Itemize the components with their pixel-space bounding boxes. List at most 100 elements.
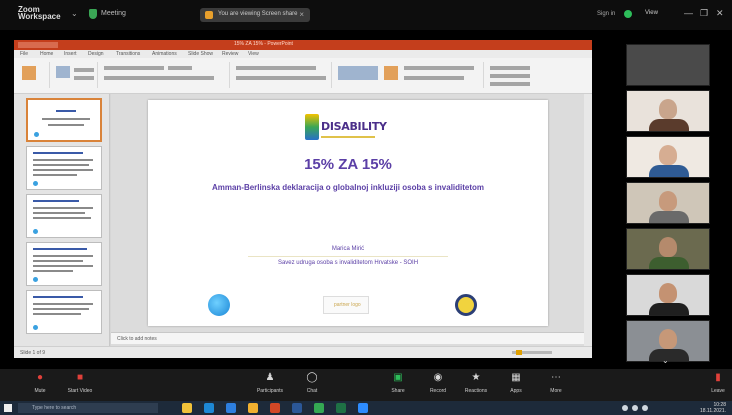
ribbon-group-font[interactable] [100, 62, 230, 88]
participant-video-tile[interactable] [626, 274, 710, 316]
notes-pane[interactable]: Click to add notes [111, 332, 584, 344]
battery-icon[interactable] [642, 405, 648, 411]
screen-share-icon [205, 11, 213, 19]
taskbar-search[interactable]: Type here to search [18, 403, 158, 413]
encryption-status-icon[interactable] [624, 10, 632, 18]
explorer-icon[interactable] [182, 403, 192, 413]
ribbon-tab[interactable]: Design [88, 51, 104, 57]
participant-video-tile[interactable] [626, 182, 710, 224]
ribbon-tab[interactable]: Slide Show [188, 51, 213, 57]
toolbar-more-button[interactable]: ⋯ More [536, 372, 576, 394]
shield-icon[interactable] [89, 9, 97, 19]
toolbar-share-button[interactable]: ▣ Share [378, 372, 418, 394]
chevron-down-icon[interactable]: ⌄ [71, 9, 78, 18]
toolbar-mute-button[interactable]: ● Mute [20, 372, 60, 394]
ribbon-tab[interactable]: File [20, 51, 28, 57]
view-button[interactable]: View [645, 10, 658, 16]
vertical-scrollbar[interactable] [584, 94, 592, 352]
globe-logo-icon [208, 294, 230, 316]
ribbon-tab[interactable]: Animations [152, 51, 177, 57]
zoom-app-title: Zoom Workspace [18, 6, 61, 21]
ribbon-tab[interactable]: Transitions [116, 51, 140, 57]
screen-share-banner-text: You are viewing Screen share [218, 11, 298, 17]
slide-thumbnail[interactable] [26, 146, 102, 190]
zoom-top-bar: Zoom Workspace ⌄ Meeting You are viewing… [0, 0, 732, 30]
slide-organization: Savez udruga osoba s invaliditetom Hrvat… [277, 260, 419, 266]
slide-thumbnail[interactable] [26, 98, 102, 142]
chrome-icon[interactable] [314, 403, 324, 413]
toolbar-reactions-button[interactable]: ★ Reactions [456, 372, 496, 394]
zoom-slider[interactable] [512, 350, 552, 355]
seal-logo-icon [455, 294, 477, 316]
powerpoint-icon[interactable] [270, 403, 280, 413]
toolbar-button-label: Record [429, 388, 447, 394]
slide-thumbnail[interactable] [26, 242, 102, 286]
maximize-button[interactable]: ❐ [700, 8, 708, 19]
toolbar-button-label: Share [391, 388, 405, 394]
toolbar-apps-button[interactable]: ▦ Apps [496, 372, 536, 394]
ribbon-group-editing[interactable] [486, 62, 546, 88]
edge-icon[interactable] [204, 403, 214, 413]
participant-body [649, 211, 689, 223]
ribbon-group-paragraph[interactable] [232, 62, 332, 88]
slide-thumbnail[interactable] [26, 290, 102, 334]
ribbon-tab[interactable]: Insert [64, 51, 77, 57]
participant-body [649, 349, 689, 361]
powerpoint-titlebar: 15% ZA 15% - PowerPoint [14, 40, 592, 50]
toolbar-record-button[interactable]: ◉ Record [418, 372, 458, 394]
windows-start-icon[interactable] [4, 404, 12, 412]
toolbar-button-label: Apps [510, 388, 522, 394]
gallery-scroll-down-icon[interactable]: ⌄ [662, 356, 669, 365]
toolbar-chat-button[interactable]: ◯ Chat [292, 372, 332, 394]
slide-thumbnail[interactable] [26, 194, 102, 238]
word-icon[interactable] [292, 403, 302, 413]
partner-logo: partner logo [323, 296, 369, 314]
mail-icon[interactable] [226, 403, 236, 413]
toolbar-button-label: Leave [711, 388, 725, 394]
minimize-button[interactable]: — [684, 8, 693, 18]
ribbon-tab[interactable]: View [248, 51, 259, 57]
sign-in-link[interactable]: Sign in [597, 11, 615, 17]
ribbon-group-clipboard[interactable] [16, 62, 50, 88]
toolbar-leave-button[interactable]: ▮ Leave [698, 372, 732, 394]
disability-logo-badge [305, 114, 319, 140]
meeting-toolbar: ● Mute ■ Start Video ♟ Participants ◯ Chat ▣ Shar… [0, 369, 732, 401]
participant-body [649, 119, 689, 131]
participant-video-tile[interactable] [626, 44, 710, 86]
participant-gallery: ⌄ [626, 44, 710, 365]
volume-icon[interactable] [632, 405, 638, 411]
screen-share-banner[interactable]: You are viewing Screen share × [200, 8, 310, 22]
participant-face [659, 145, 677, 165]
excel-icon[interactable] [336, 403, 346, 413]
close-icon[interactable]: × [299, 10, 304, 19]
taskbar-clock[interactable]: 10:28 18.11.2021. [700, 402, 726, 414]
windows-taskbar: Type here to search 10:28 18.11.2021. [0, 401, 732, 415]
ribbon-group-slides[interactable] [52, 62, 98, 88]
slide-counter: Slide 1 of 9 [20, 350, 46, 356]
participant-body [649, 257, 689, 269]
participant-face [659, 329, 677, 349]
toolbar-participants-button[interactable]: ♟ Participants [250, 372, 290, 394]
partner-logo-text: partner logo [334, 302, 361, 308]
ribbon-tab[interactable]: Home [40, 51, 53, 57]
files-icon[interactable] [248, 403, 258, 413]
toolbar-button-label: Reactions [464, 388, 488, 394]
zoom-slider-handle[interactable] [516, 350, 522, 355]
network-icon[interactable] [622, 405, 628, 411]
participant-video-tile[interactable] [626, 136, 710, 178]
microphone-icon: ● [36, 372, 44, 383]
record-icon: ◉ [433, 372, 443, 383]
participant-video-tile[interactable] [626, 90, 710, 132]
close-window-button[interactable]: ✕ [716, 8, 724, 19]
participant-video-tile[interactable] [626, 228, 710, 270]
zoom-icon[interactable] [358, 403, 368, 413]
toolbar-button-label: Start Video [67, 388, 93, 394]
ribbon-tab[interactable]: Review [222, 51, 238, 57]
toolbar-start-video-button[interactable]: ■ Start Video [60, 372, 100, 394]
quick-access-toolbar[interactable] [18, 42, 58, 48]
ribbon-group-drawing[interactable] [334, 62, 484, 88]
ribbon-tabs: File Home Insert Design Transitions Anim… [14, 50, 592, 58]
participant-face [659, 283, 677, 303]
toolbar-button-label: Mute [34, 388, 46, 394]
toolbar-button-label: Participants [256, 388, 284, 394]
